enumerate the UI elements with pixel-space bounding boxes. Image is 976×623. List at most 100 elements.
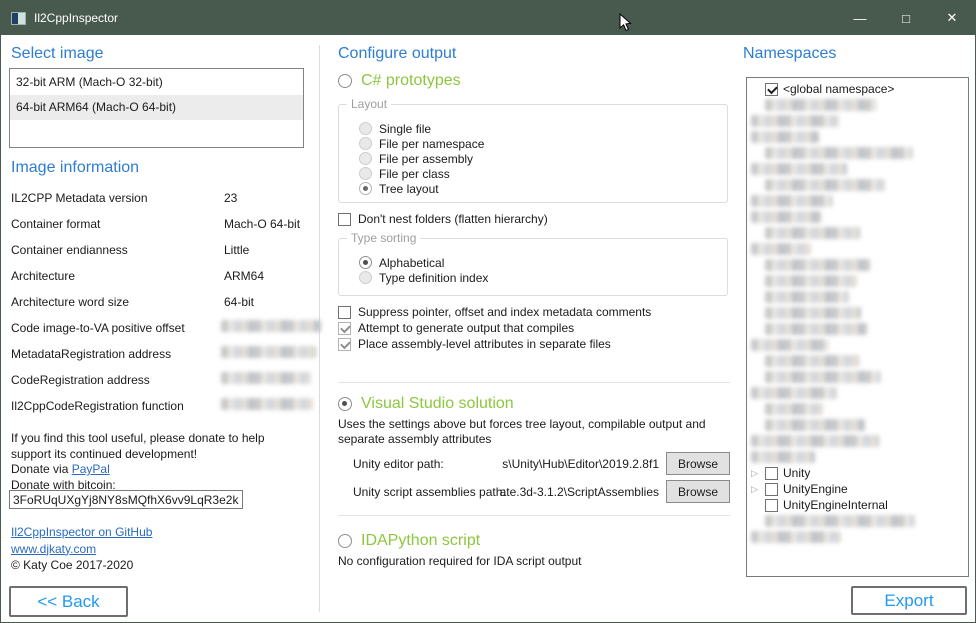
layout-option-file-per-assembly[interactable]: File per assembly [359, 151, 727, 166]
back-button[interactable]: << Back [9, 586, 128, 617]
radio-icon[interactable] [359, 271, 372, 284]
namespace-row[interactable]: ▷ Unity [751, 465, 968, 481]
namespace-row-redacted[interactable] [751, 321, 968, 337]
namespace-row-redacted[interactable] [751, 513, 968, 529]
expander-icon[interactable]: ▷ [751, 481, 765, 497]
namespace-row-redacted[interactable] [751, 337, 968, 353]
type-sorting-definition-index[interactable]: Type definition index [359, 270, 727, 285]
namespace-label: Unity [783, 466, 810, 480]
donate-line1: If you find this tool useful, please don… [11, 431, 265, 445]
assembly-attributes-checkbox[interactable]: Place assembly-level attributes in separ… [338, 337, 611, 351]
radio-icon[interactable] [338, 397, 352, 411]
redacted-namespace [765, 355, 859, 367]
info-row: MetadataRegistration address [11, 341, 311, 367]
radio-icon[interactable] [338, 74, 352, 88]
namespace-row[interactable]: <global namespace> [751, 81, 968, 97]
namespace-checkbox[interactable] [765, 467, 778, 480]
redacted-namespace [751, 211, 821, 223]
radio-icon[interactable] [338, 534, 352, 548]
radio-icon[interactable] [359, 122, 372, 135]
namespace-row-redacted[interactable] [751, 273, 968, 289]
namespace-row-redacted[interactable] [751, 401, 968, 417]
csharp-prototypes-radio[interactable]: C# prototypes [338, 72, 461, 90]
namespace-row-redacted[interactable] [751, 113, 968, 129]
namespace-row-redacted[interactable] [751, 209, 968, 225]
namespace-checkbox[interactable] [765, 483, 778, 496]
paypal-link[interactable]: PayPal [72, 462, 110, 476]
redacted-value [221, 372, 311, 384]
redacted-namespace [751, 243, 811, 255]
website-link[interactable]: www.djkaty.com [11, 542, 96, 556]
export-button[interactable]: Export [851, 586, 967, 615]
namespace-row-redacted[interactable] [751, 449, 968, 465]
namespace-row-redacted[interactable] [751, 433, 968, 449]
layout-option-single-file[interactable]: Single file [359, 121, 727, 136]
close-icon[interactable]: ✕ [929, 1, 975, 35]
namespace-checkbox[interactable] [765, 83, 778, 96]
browse-editor-button[interactable]: Browse [666, 452, 730, 475]
info-value: Little [224, 243, 249, 257]
maximize-icon[interactable]: □ [883, 1, 929, 35]
checkbox-icon[interactable] [338, 338, 351, 351]
namespace-row-redacted[interactable] [751, 529, 968, 545]
dont-nest-folders-checkbox[interactable]: Don't nest folders (flatten hierarchy) [338, 212, 548, 226]
app-icon [11, 12, 26, 25]
namespace-row-redacted[interactable] [751, 417, 968, 433]
redacted-namespace [765, 323, 867, 335]
namespace-row-redacted[interactable] [751, 145, 968, 161]
image-listbox[interactable]: 32-bit ARM (Mach-O 32-bit) 64-bit ARM64 … [9, 68, 304, 148]
image-option[interactable]: 32-bit ARM (Mach-O 32-bit) [10, 70, 303, 95]
namespace-row-redacted[interactable] [751, 257, 968, 273]
namespace-checkbox[interactable] [765, 499, 778, 512]
namespace-row-redacted[interactable] [751, 129, 968, 145]
checkbox-icon[interactable] [338, 306, 351, 319]
radio-icon[interactable] [359, 152, 372, 165]
type-sorting-alphabetical[interactable]: Alphabetical [359, 255, 727, 270]
compilable-output-checkbox[interactable]: Attempt to generate output that compiles [338, 321, 574, 335]
redacted-namespace [765, 419, 865, 431]
layout-option-file-per-class[interactable]: File per class [359, 166, 727, 181]
redacted-namespace [751, 387, 837, 399]
info-row: Code image-to-VA positive offset [11, 315, 311, 341]
info-row: Architecture word size 64-bit [11, 289, 311, 315]
idapython-radio[interactable]: IDAPython script [338, 532, 480, 550]
namespace-row-redacted[interactable] [751, 353, 968, 369]
namespace-row-redacted[interactable] [751, 369, 968, 385]
info-row: CodeRegistration address [11, 367, 311, 393]
namespace-row-redacted[interactable] [751, 97, 968, 113]
radio-icon[interactable] [359, 137, 372, 150]
namespace-row-redacted[interactable] [751, 161, 968, 177]
radio-icon[interactable] [359, 256, 372, 269]
expander-icon[interactable]: ▷ [751, 465, 765, 481]
browse-script-button[interactable]: Browse [666, 480, 730, 503]
suppress-comments-checkbox[interactable]: Suppress pointer, offset and index metad… [338, 305, 651, 319]
info-label: MetadataRegistration address [11, 347, 171, 361]
namespace-row[interactable]: ▷UnityEngine [751, 481, 968, 497]
github-link[interactable]: Il2CppInspector on GitHub [11, 525, 152, 539]
separator [338, 382, 730, 383]
namespace-row-redacted[interactable] [751, 193, 968, 209]
title-bar[interactable]: Il2CppInspector — □ ✕ [1, 1, 975, 35]
image-option-selected[interactable]: 64-bit ARM64 (Mach-O 64-bit) [10, 95, 303, 120]
unity-script-path-value[interactable]: ate.3d-3.1.2\ScriptAssemblies [421, 485, 659, 499]
radio-icon[interactable] [359, 182, 372, 195]
bitcoin-address-input[interactable] [9, 490, 243, 509]
namespace-row[interactable]: UnityEngineInternal [751, 497, 968, 513]
checkbox-icon[interactable] [338, 322, 351, 335]
checkbox-icon[interactable] [338, 213, 351, 226]
layout-option-file-per-namespace[interactable]: File per namespace [359, 136, 727, 151]
unity-editor-path-value[interactable]: s\Unity\Hub\Editor\2019.2.8f1 [421, 457, 659, 471]
layout-option-tree-layout[interactable]: Tree layout [359, 181, 727, 196]
namespace-row-redacted[interactable] [751, 225, 968, 241]
redacted-namespace [765, 291, 849, 303]
namespace-row-redacted[interactable] [751, 289, 968, 305]
namespace-row-redacted[interactable] [751, 241, 968, 257]
namespace-row-redacted[interactable] [751, 385, 968, 401]
radio-icon[interactable] [359, 167, 372, 180]
minimize-icon[interactable]: — [837, 1, 883, 35]
visual-studio-radio[interactable]: Visual Studio solution [338, 395, 514, 413]
namespace-row-redacted[interactable] [751, 305, 968, 321]
namespace-list[interactable]: <global namespace> ▷ Unity▷UnityEngineUnit… [746, 77, 969, 577]
namespace-row-redacted[interactable] [751, 177, 968, 193]
option-label: Alphabetical [379, 256, 444, 270]
